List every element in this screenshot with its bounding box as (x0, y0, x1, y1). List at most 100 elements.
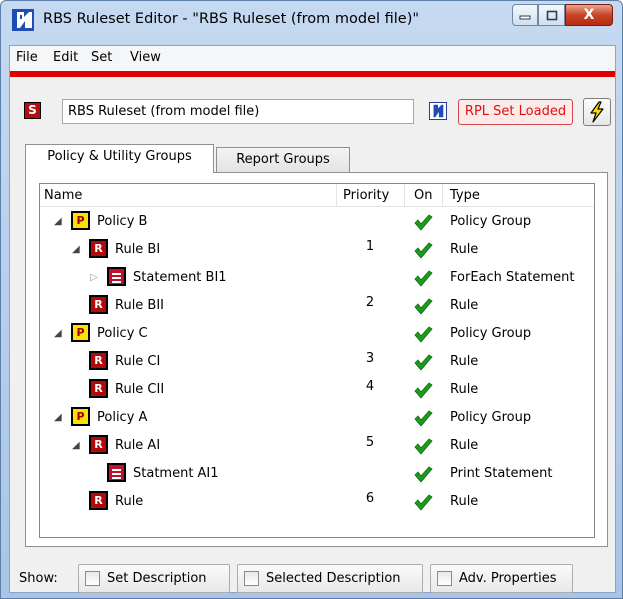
row-priority: 4 (365, 379, 375, 394)
row-priority: 6 (365, 491, 375, 506)
execute-button[interactable] (583, 98, 611, 126)
tree-row[interactable]: ▷ Statement BI1 ForEach Statement (40, 264, 594, 292)
rpl-set-loaded-button[interactable]: RPL Set Loaded (458, 99, 573, 125)
row-name: Statment AI1 (133, 466, 219, 481)
row-priority: 2 (365, 295, 375, 310)
menu-view[interactable]: View (130, 50, 161, 65)
row-priority: 3 (365, 351, 375, 366)
green-check-icon[interactable] (413, 380, 433, 400)
collapse-arrow-icon[interactable]: ◢ (72, 440, 80, 451)
tree-row[interactable]: ◢ R Rule BI 1 Rule (40, 236, 594, 264)
set-description-checkbox[interactable] (85, 571, 100, 586)
tree-row[interactable]: Statment AI1 Print Statement (40, 460, 594, 488)
row-type: Print Statement (450, 466, 553, 481)
set-description-toggle[interactable]: Set Description (78, 564, 230, 593)
window-title: RBS Ruleset Editor - "RBS Ruleset (from … (43, 11, 420, 27)
rule-icon: R (89, 351, 108, 370)
tree-row[interactable]: ◢ P Policy C Policy Group (40, 320, 594, 348)
policy-group-icon: P (71, 407, 90, 426)
ruleset-tree[interactable]: Name Priority On Type ◢ P Policy B Policy G… (39, 183, 595, 538)
ruleset-name-field[interactable]: RBS Ruleset (from model file) (62, 99, 414, 124)
green-check-icon[interactable] (413, 352, 433, 372)
menu-bar: File Edit Set View (10, 46, 615, 71)
row-type: Policy Group (450, 214, 532, 229)
row-name: Rule AI (115, 438, 161, 453)
row-name: Statement BI1 (133, 270, 227, 285)
tree-row[interactable]: R Rule CII 4 Rule (40, 376, 594, 404)
selected-description-checkbox[interactable] (244, 571, 259, 586)
green-check-icon[interactable] (413, 464, 433, 484)
green-check-icon[interactable] (413, 268, 433, 288)
collapse-arrow-icon[interactable]: ◢ (72, 244, 80, 255)
policy-group-icon: P (71, 211, 90, 230)
expand-arrow-icon[interactable]: ▷ (90, 272, 98, 283)
row-name: Policy A (97, 410, 148, 425)
column-separator[interactable] (404, 184, 405, 207)
row-name: Rule BI (115, 242, 161, 257)
row-name: Rule CI (115, 354, 161, 369)
close-button[interactable]: X (565, 4, 613, 26)
collapse-arrow-icon[interactable]: ◢ (54, 328, 62, 339)
tab-policy-utility-groups[interactable]: Policy & Utility Groups (25, 144, 214, 173)
row-type: Policy Group (450, 326, 532, 341)
rule-icon: R (89, 239, 108, 258)
column-header-type[interactable]: Type (450, 188, 480, 203)
tree-row[interactable]: ◢ P Policy A Policy Group (40, 404, 594, 432)
green-check-icon[interactable] (413, 324, 433, 344)
row-priority: 1 (365, 239, 375, 254)
column-header-on[interactable]: On (414, 188, 432, 203)
column-separator[interactable] (442, 184, 443, 207)
rule-icon: R (89, 491, 108, 510)
minimize-icon (519, 15, 531, 20)
policy-group-icon: P (71, 323, 90, 342)
column-separator[interactable] (336, 184, 337, 207)
rbs-app-icon (12, 9, 34, 31)
column-header-name[interactable]: Name (44, 188, 82, 203)
tree-header: Name Priority On Type (40, 184, 594, 207)
collapse-arrow-icon[interactable]: ◢ (54, 216, 62, 227)
rule-icon: R (89, 435, 108, 454)
green-check-icon[interactable] (413, 436, 433, 456)
adv-properties-checkbox[interactable] (437, 571, 452, 586)
row-type: Rule (450, 242, 479, 257)
show-bar: Show: Set Description Selected Descripti… (10, 556, 615, 593)
row-name: Policy B (97, 214, 148, 229)
green-check-icon[interactable] (413, 408, 433, 428)
column-header-priority[interactable]: Priority (343, 188, 389, 203)
ruleset-icon: S (24, 102, 41, 119)
row-name: Rule BII (115, 298, 165, 313)
green-check-icon[interactable] (413, 492, 433, 512)
client-area: File Edit Set View S RBS Ruleset (from m… (9, 45, 616, 593)
menu-file[interactable]: File (16, 50, 38, 65)
row-type: Rule (450, 354, 479, 369)
green-check-icon[interactable] (413, 296, 433, 316)
minimize-button[interactable] (512, 4, 538, 26)
lightning-bolt-icon (590, 101, 604, 123)
tree-row[interactable]: R Rule 6 Rule (40, 488, 594, 516)
row-type: ForEach Statement (450, 270, 575, 285)
statement-icon (107, 267, 126, 286)
row-name: Rule (115, 494, 144, 509)
tree-row[interactable]: ◢ R Rule AI 5 Rule (40, 432, 594, 460)
menu-edit[interactable]: Edit (53, 50, 78, 65)
tree-row[interactable]: ◢ P Policy B Policy Group (40, 208, 594, 236)
tree-row[interactable]: R Rule BII 2 Rule (40, 292, 594, 320)
title-bar[interactable]: RBS Ruleset Editor - "RBS Ruleset (from … (1, 1, 622, 44)
accent-divider (10, 71, 615, 77)
row-type: Rule (450, 382, 479, 397)
tree-row[interactable]: R Rule CI 3 Rule (40, 348, 594, 376)
maximize-button[interactable] (538, 4, 565, 26)
selected-description-label: Selected Description (266, 571, 401, 586)
green-check-icon[interactable] (413, 240, 433, 260)
menu-set[interactable]: Set (91, 50, 112, 65)
set-description-label: Set Description (107, 571, 207, 586)
selected-description-toggle[interactable]: Selected Description (237, 564, 423, 593)
reload-from-model-icon[interactable] (429, 102, 447, 120)
adv-properties-toggle[interactable]: Adv. Properties (430, 564, 573, 593)
row-type: Rule (450, 438, 479, 453)
tab-report-groups[interactable]: Report Groups (216, 147, 350, 173)
row-name: Policy C (97, 326, 148, 341)
rule-icon: R (89, 295, 108, 314)
collapse-arrow-icon[interactable]: ◢ (54, 412, 62, 423)
green-check-icon[interactable] (413, 212, 433, 232)
